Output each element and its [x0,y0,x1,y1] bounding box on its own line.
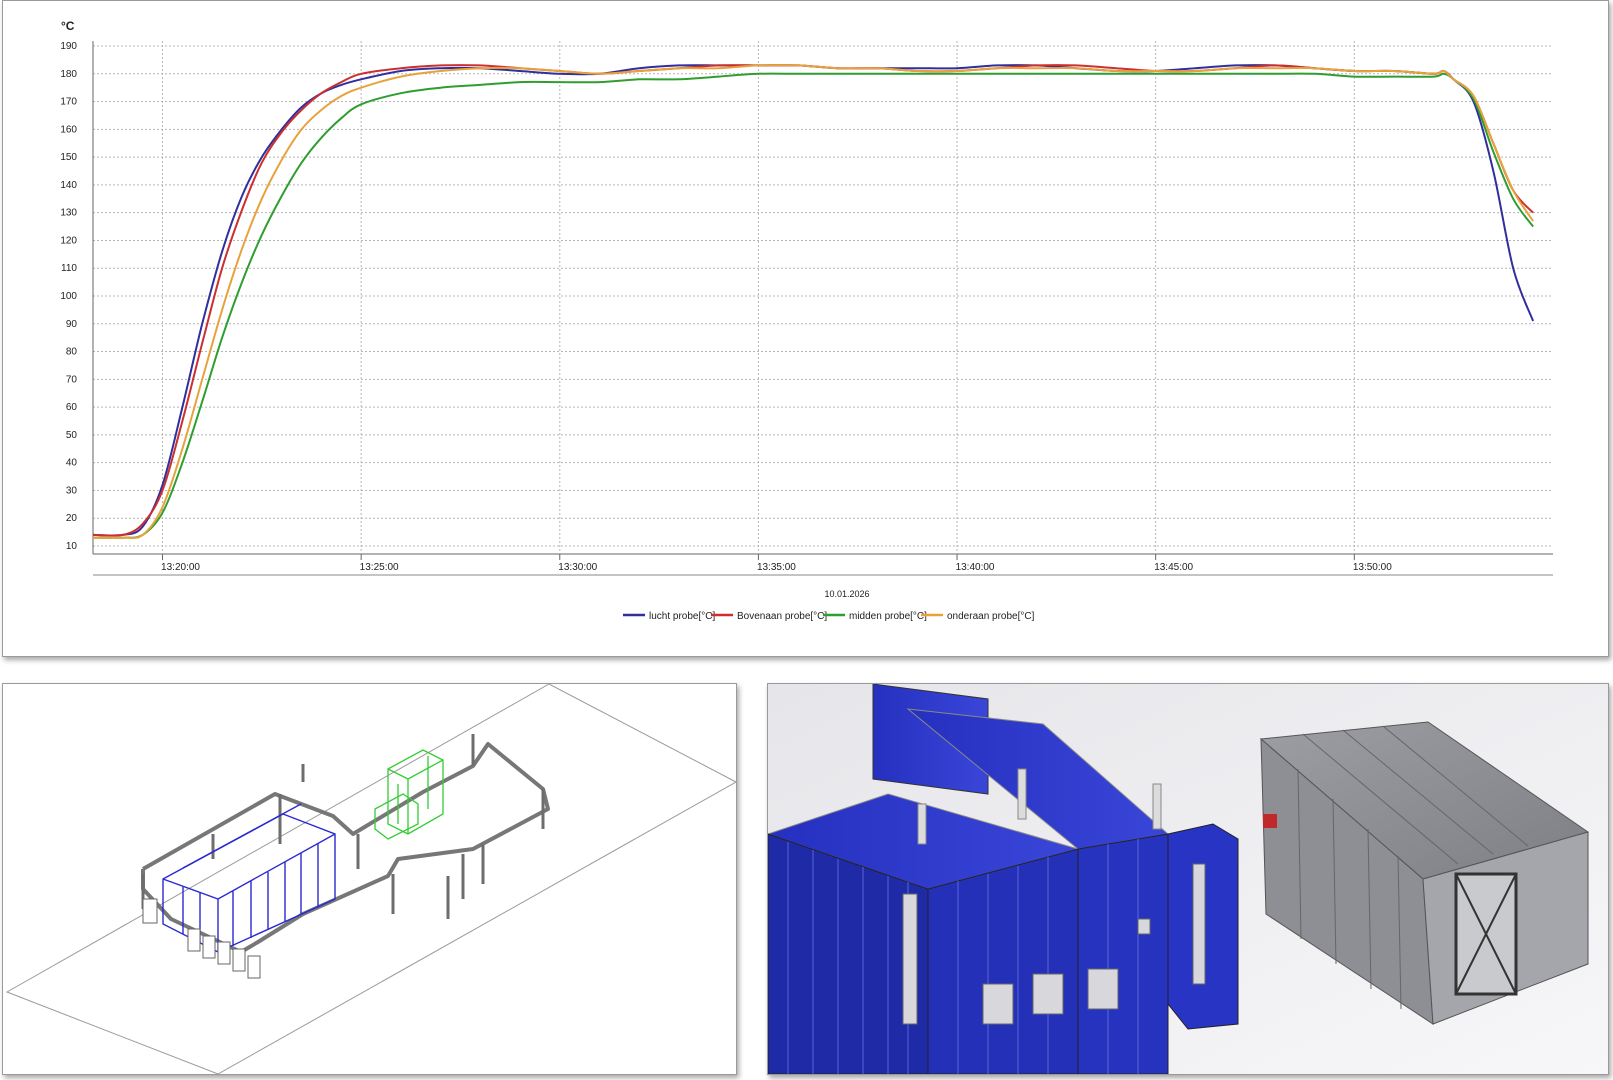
y-tick-label: 150 [60,152,77,163]
legend-label: midden probe[°C] [849,611,927,622]
legend-label: lucht probe[°C] [649,611,715,622]
y-tick-label: 80 [66,347,78,358]
legend-label: onderaan probe[°C] [947,611,1035,622]
y-tick-label: 30 [66,485,78,496]
oven-cad-layout-icon [5,684,736,1074]
chart-series [92,64,1535,540]
y-tick-label: 140 [60,180,77,191]
chart-legend: lucht probe[°C] Bovenaan probe[°C] midden … [623,611,1035,622]
temperature-chart-panel: °C 10.01.2026 10 20 30 40 50 60 70 80 90 100 110 12… [2,0,1609,657]
series-line-1 [92,64,1534,537]
oven-3d-render-icon [768,684,1608,1074]
x-tick-label: 13:50:00 [1353,562,1392,573]
y-tick-label: 20 [66,513,78,524]
y-tick-label: 70 [66,374,78,385]
series-line-0 [92,64,1535,537]
x-tick-label: 13:35:00 [757,562,796,573]
x-tick-label: 13:45:00 [1154,562,1193,573]
y-tick-label: 60 [66,402,78,413]
x-axis-date-label: 10.01.2026 [824,589,869,599]
series-line-3 [92,64,1534,540]
x-tick-label: 13:25:00 [360,562,399,573]
oven-cad-drawing [2,683,737,1075]
y-tick-label: 90 [66,319,78,330]
y-tick-label: 120 [60,235,77,246]
y-tick-label: 190 [60,41,77,52]
y-tick-label: 10 [66,541,78,552]
legend-label: Bovenaan probe[°C] [737,611,827,622]
y-tick-label: 110 [61,263,77,274]
x-tick-label: 13:40:00 [956,562,995,573]
oven-3d-render [767,683,1609,1075]
x-tick-label: 13:30:00 [558,562,597,573]
y-tick-label: 50 [66,430,78,441]
y-tick-label: 130 [60,208,77,219]
y-tick-label: 40 [66,458,78,469]
y-tick-label: 170 [60,97,77,108]
x-tick-label: 13:20:00 [161,562,200,573]
chart-axes: °C 10.01.2026 10 20 30 40 50 60 70 80 90 100 110 12… [60,19,1553,599]
y-tick-label: 160 [60,124,77,135]
y-axis-unit: °C [61,19,75,33]
y-tick-label: 180 [60,69,77,80]
y-tick-label: 100 [60,291,77,302]
series-line-2 [92,72,1534,539]
temperature-chart: °C 10.01.2026 10 20 30 40 50 60 70 80 90 100 110 12… [60,19,1553,622]
